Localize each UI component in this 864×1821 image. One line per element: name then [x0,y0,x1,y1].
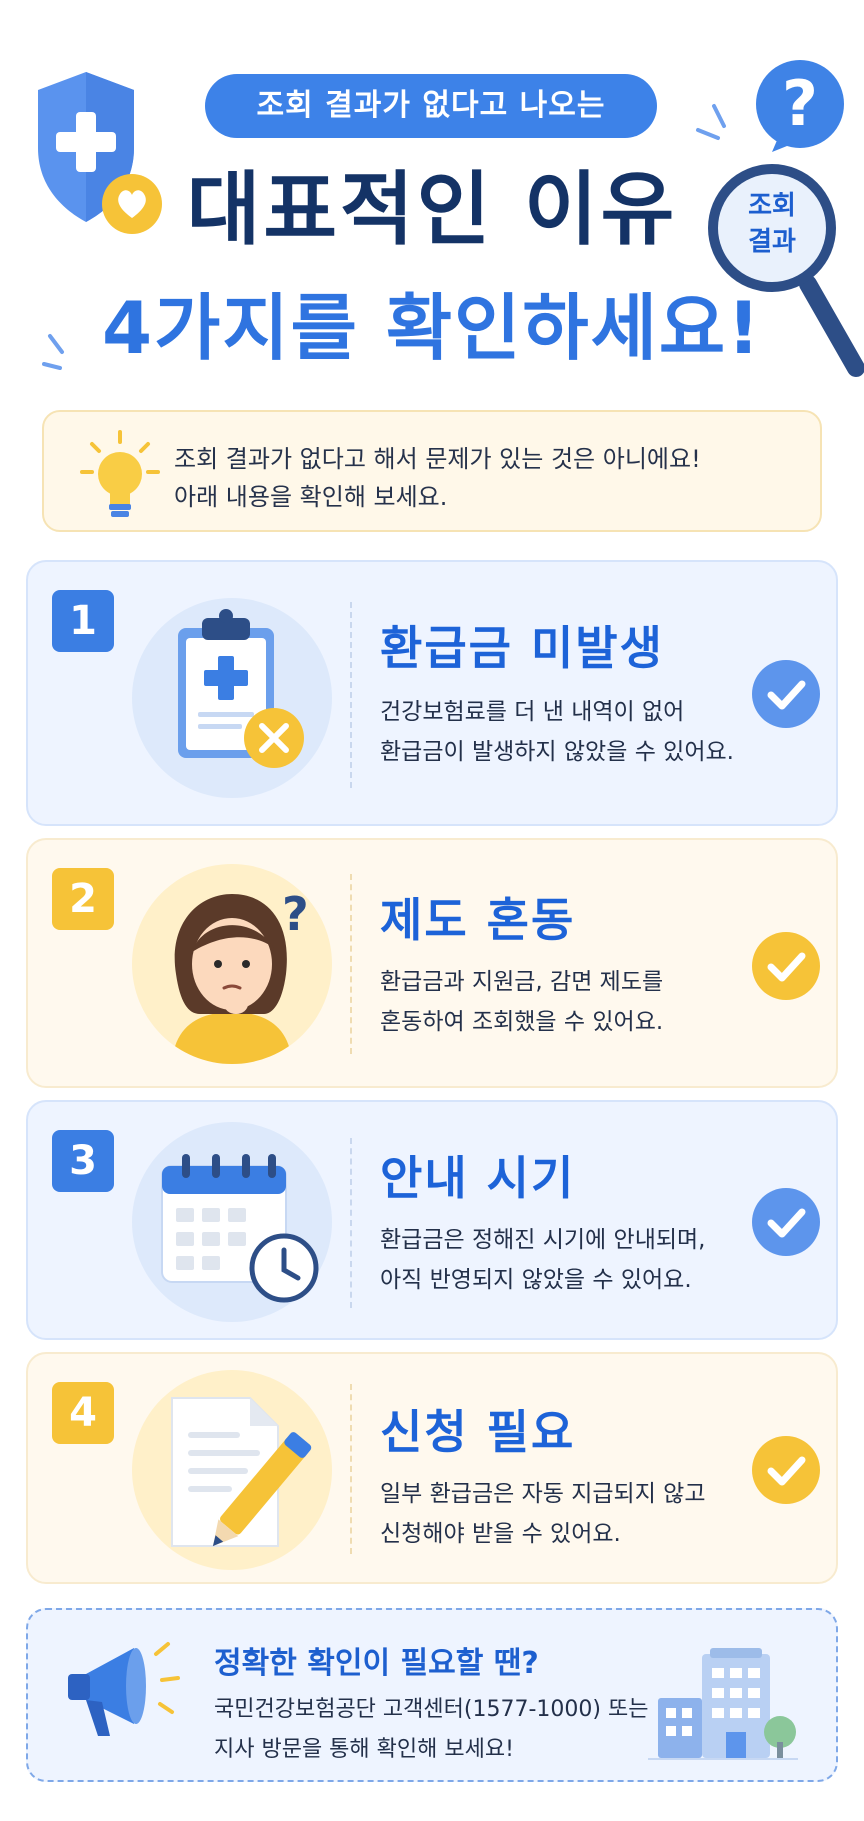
tip-line-2: 아래 내용을 확인해 보세요. [174,483,448,511]
reason-desc-3: 환급금은 정해진 시기에 안내되며, 아직 반영되지 않았을 수 있어요. [380,1220,705,1300]
reason-card-4: 4 신청 필요 일부 환급금은 자동 지급되지 않고 신청해야 받을 수 있어요… [26,1352,838,1584]
contact-footer: 정확한 확인이 필요할 땐? 국민건강보험공단 고객센터(1577-1000) … [26,1608,838,1782]
reason-card-2: 2 ? 제도 혼동 환급금과 지원금, 감면 제도를 혼동하여 조회했을 수 있… [26,838,838,1088]
reason-number-1: 1 [52,590,114,652]
reason-desc-3-line-2: 아직 반영되지 않았을 수 있어요. [380,1267,692,1293]
footer-desc: 국민건강보험공단 고객센터(1577-1000) 또는 지사 방문을 통해 확인… [214,1690,648,1770]
footer-line-2: 지사 방문을 통해 확인해 보세요! [214,1737,514,1762]
reason-title-3: 안내 시기 [380,1151,576,1205]
document-pencil-icon [171,1397,312,1547]
footer-line-1: 국민건강보험공단 고객센터(1577-1000) 또는 [214,1697,649,1722]
confused-woman-icon: ? [172,887,309,1064]
check-circle-icon [752,1436,820,1504]
divider [350,1384,352,1554]
reason-desc-1-line-1: 건강보험료를 더 낸 내역이 없어 [380,699,685,725]
divider [350,602,352,788]
reason-desc-2: 환급금과 지원금, 감면 제도를 혼동하여 조회했을 수 있어요. [380,962,663,1042]
reason-card-1: 1 환급금 미발생 건강보험료를 더 낸 내역이 없어 환급금이 발생하지 않았… [26,560,838,826]
lightbulb-icon [80,430,160,517]
question-bubble-icon: ? [752,58,848,154]
reason-desc-3-line-1: 환급금은 정해진 시기에 안내되며, [380,1227,706,1253]
reason-card-3: 3 안내 시기 환급금은 정해진 시기에 안내되며, 아직 반영되지 않았을 수… [26,1100,838,1340]
building-icon [648,1648,798,1760]
calendar-clock-icon [161,1154,319,1303]
tip-line-1: 조회 결과가 없다고 해서 문제가 있는 것은 아니에요! [174,445,701,473]
reason-desc-4: 일부 환급금은 자동 지급되지 않고 신청해야 받을 수 있어요. [380,1474,705,1554]
divider [350,1138,352,1308]
question-mark: ? [782,67,818,140]
reason-desc-4-line-2: 신청해야 받을 수 있어요. [380,1521,621,1547]
reason-desc-1-line-2: 환급금이 발생하지 않았을 수 있어요. [380,739,734,765]
reason-title-4: 신청 필요 [380,1405,576,1459]
reason-desc-4-line-1: 일부 환급금은 자동 지급되지 않고 [380,1481,706,1507]
check-circle-icon [752,1188,820,1256]
megaphone-icon [68,1642,180,1736]
clipboard-x-icon [178,609,304,768]
magnifier-label-1: 조회 [748,191,796,221]
svg-text:?: ? [282,887,309,941]
reason-desc-1: 건강보험료를 더 낸 내역이 없어 환급금이 발생하지 않았을 수 있어요. [380,692,734,772]
reason-desc-2-line-2: 혼동하여 조회했을 수 있어요. [380,1009,664,1035]
reason-number-4: 4 [52,1382,114,1444]
reason-number-3: 3 [52,1130,114,1192]
magnifier-icon: 조회 결과 [700,160,864,380]
divider [350,874,352,1054]
footer-title: 정확한 확인이 필요할 땐? [214,1646,539,1681]
tip-box: 조회 결과가 없다고 해서 문제가 있는 것은 아니에요! 아래 내용을 확인해… [42,410,822,532]
check-circle-icon [752,660,820,728]
check-circle-icon [752,932,820,1000]
infographic-page: 조회 결과가 없다고 나오는 대표적인 이유 4가지를 확인하세요! ? 조회 … [0,0,864,1821]
reason-title-2: 제도 혼동 [380,893,576,947]
reason-desc-2-line-1: 환급금과 지원금, 감면 제도를 [380,969,664,995]
header-pill: 조회 결과가 없다고 나오는 [205,74,657,138]
reason-number-2: 2 [52,868,114,930]
magnifier-label-2: 결과 [748,227,796,257]
reason-title-1: 환급금 미발생 [380,621,664,675]
sparkle-lines-right [696,104,726,140]
